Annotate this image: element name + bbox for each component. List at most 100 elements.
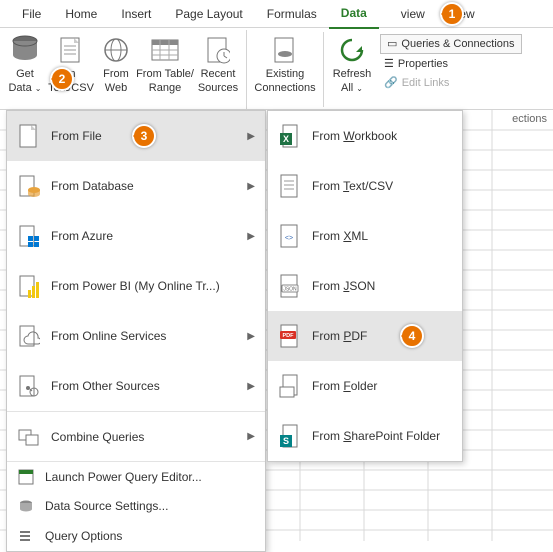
folder-icon <box>278 374 302 398</box>
sharepoint-icon: S <box>278 424 302 448</box>
from-table-button[interactable]: From Table/ Range <box>136 32 194 94</box>
launch-pq-label: Launch Power Query Editor... <box>45 470 202 484</box>
svg-text:JSON: JSON <box>283 287 297 293</box>
queries-connections-button[interactable]: ▭Queries & Connections <box>380 34 522 54</box>
chevron-right-icon: ▶ <box>247 231 255 242</box>
menu-ds-settings[interactable]: Data Source Settings... <box>7 491 265 521</box>
edit-links-button: 🔗Edit Links <box>380 74 522 92</box>
menu-launch-pq[interactable]: Launch Power Query Editor... <box>7 461 265 491</box>
menu-from-online[interactable]: From Online Services ▶ <box>7 311 265 361</box>
json-label: From JSON <box>312 279 375 293</box>
file-icon <box>17 124 41 148</box>
table-icon <box>149 34 181 66</box>
menu-from-database[interactable]: From Database ▶ <box>7 161 265 211</box>
globe-icon <box>100 34 132 66</box>
existing-connections-button[interactable]: Existing Connections <box>251 32 319 94</box>
svg-text:X: X <box>283 134 289 144</box>
web-label2: Web <box>105 82 127 94</box>
from-web-button[interactable]: From Web <box>96 32 136 94</box>
folder-label: From Folder <box>312 379 377 393</box>
get-data-label2: Data ⌄ <box>8 82 41 95</box>
chevron-right-icon: ▶ <box>247 431 255 442</box>
tab-file[interactable]: File <box>10 0 53 28</box>
from-file-label: From File <box>51 129 102 143</box>
recent-label1: Recent <box>201 68 236 80</box>
recent-label2: Sources <box>198 82 238 94</box>
options-icon <box>17 527 35 545</box>
submenu-from-folder[interactable]: From Folder <box>268 361 462 411</box>
xml-icon: <> <box>278 224 302 248</box>
other-icon <box>17 374 41 398</box>
refresh-icon <box>336 34 368 66</box>
settings-icon <box>17 497 35 515</box>
from-powerbi-label: From Power BI (My Online Tr...) <box>51 279 220 293</box>
recent-icon <box>202 34 234 66</box>
submenu-from-pdf[interactable]: PDF From PDF <box>268 311 462 361</box>
menu-from-azure[interactable]: From Azure ▶ <box>7 211 265 261</box>
properties-button[interactable]: ☰Properties <box>380 55 522 73</box>
pdf-label: From PDF <box>312 329 367 343</box>
submenu-from-workbook[interactable]: X From Workbook <box>268 111 462 161</box>
submenu-from-json[interactable]: JSON From JSON <box>268 261 462 311</box>
get-data-button[interactable]: Get Data ⌄ <box>4 32 46 95</box>
ribbon-body: Get Data ⌄ m Text/CSV From Web From Tabl… <box>0 28 553 110</box>
svg-text:<>: <> <box>285 235 293 242</box>
annotation-3: 3 <box>132 124 156 148</box>
database-icon <box>17 174 41 198</box>
get-data-menu: From File ▶ From Database ▶ From Azure ▶… <box>6 110 266 552</box>
cloud-icon <box>17 324 41 348</box>
web-label1: From <box>103 68 129 80</box>
submenu-from-textcsv[interactable]: From Text/CSV <box>268 161 462 211</box>
queries-icon: ▭ <box>387 35 397 53</box>
xml-label: From XML <box>312 229 368 243</box>
azure-icon <box>17 224 41 248</box>
annotation-4: 4 <box>400 324 424 348</box>
from-file-submenu: X From Workbook From Text/CSV <> From XM… <box>267 110 463 462</box>
pq-editor-icon <box>17 468 35 486</box>
worksheet-grid[interactable]: ections From File ▶ From Database ▶ From… <box>0 110 553 541</box>
database-icon <box>9 34 41 66</box>
tab-formulas[interactable]: Formulas <box>255 0 329 28</box>
from-online-label: From Online Services <box>51 329 166 343</box>
refresh-label2: All ⌄ <box>341 82 363 95</box>
textcsv-icon <box>55 34 87 66</box>
annotation-1: 1 <box>440 2 464 26</box>
menu-from-powerbi[interactable]: From Power BI (My Online Tr...) <box>7 261 265 311</box>
queries-col: ▭Queries & Connections ☰Properties 🔗Edit… <box>380 32 522 92</box>
sharepoint-label: From SharePoint Folder <box>312 429 440 443</box>
pdf-icon: PDF <box>278 324 302 348</box>
tab-home[interactable]: Home <box>53 0 109 28</box>
menu-combine-queries[interactable]: Combine Queries ▶ <box>7 411 265 461</box>
submenu-from-sharepoint[interactable]: S From SharePoint Folder <box>268 411 462 461</box>
chevron-right-icon: ▶ <box>247 381 255 392</box>
connections-icon <box>269 34 301 66</box>
table-label2: Range <box>149 82 181 94</box>
tab-insert[interactable]: Insert <box>109 0 163 28</box>
links-icon: 🔗 <box>384 74 398 92</box>
json-icon: JSON <box>278 274 302 298</box>
tab-data[interactable]: Data <box>329 0 379 29</box>
svg-text:PDF: PDF <box>283 333 295 339</box>
properties-icon: ☰ <box>384 55 394 73</box>
ds-settings-label: Data Source Settings... <box>45 499 168 513</box>
workbook-label: From Workbook <box>312 129 397 143</box>
get-data-label1: Get <box>16 68 34 80</box>
refresh-label1: Refresh <box>333 68 372 80</box>
submenu-from-xml[interactable]: <> From XML <box>268 211 462 261</box>
table-label1: From Table/ <box>136 68 194 80</box>
textcsv-file-icon <box>278 174 302 198</box>
combine-icon <box>17 425 41 449</box>
menu-from-other[interactable]: From Other Sources ▶ <box>7 361 265 411</box>
annotation-2: 2 <box>50 67 74 91</box>
combine-label: Combine Queries <box>51 430 144 444</box>
recent-sources-button[interactable]: Recent Sources <box>194 32 242 94</box>
existing-label1: Existing <box>266 68 305 80</box>
existing-label2: Connections <box>254 82 315 94</box>
tab-page-layout[interactable]: Page Layout <box>163 0 254 28</box>
chevron-right-icon: ▶ <box>247 131 255 142</box>
menu-query-options[interactable]: Query Options <box>7 521 265 551</box>
chevron-right-icon: ▶ <box>247 331 255 342</box>
tab-review-partial[interactable]: view <box>379 0 437 28</box>
textcsv-label: From Text/CSV <box>312 179 393 193</box>
refresh-all-button[interactable]: Refresh All ⌄ <box>328 32 376 95</box>
